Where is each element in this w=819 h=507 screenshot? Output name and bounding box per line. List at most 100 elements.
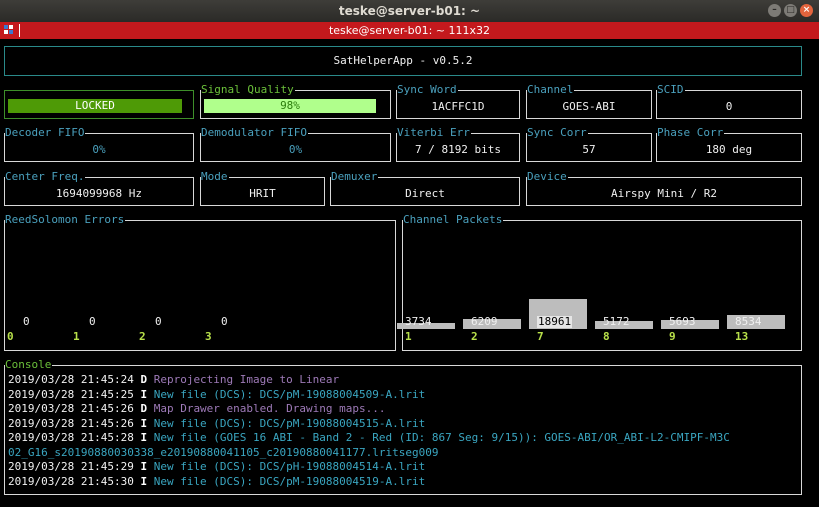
app-header: SatHelperApp - v0.5.2 [4,46,802,76]
sync-corr-box: Sync Corr 57 [526,127,652,162]
log-level: D [140,373,154,386]
window-controls: – □ × [768,4,813,17]
chart-value-label: 0 [155,315,162,328]
channel-packets-chart: Channel Packets 3734 1 6209 2 18961 7 5172 8 569… [397,214,802,351]
log-message: New file (DCS): DCS/pM-19088004515-A.lri… [153,416,426,430]
demuxer-value: Direct [405,187,445,200]
center-freq-box: Center Freq. 1694099968 Hz [4,171,194,206]
console-panel[interactable]: Console 2019/03/28 21:45:24 D Reprojecti… [4,359,802,495]
device-box: Device Airspy Mini / R2 [526,171,802,206]
demuxer-box: Demuxer Direct [330,171,520,206]
demuxer-label: Demuxer [331,170,379,183]
log-timestamp: 2019/03/28 21:45:28 [8,431,141,444]
demodulator-fifo-label: Demodulator FIFO [201,126,308,139]
window-title: teske@server-b01: ~ [338,4,481,18]
chart-value-label: 5172 [603,315,630,328]
chart-value-label: 18961 [537,315,573,328]
lock-status-box: LOCKED [4,90,194,119]
mode-value: HRIT [249,187,276,200]
log-message: New file (GOES 16 ABI - Band 2 - Red (ID… [153,431,730,444]
log-level: D [140,402,154,415]
reedsolomon-errors-chart: ReedSolomon Errors 00010203 [4,214,396,351]
chart-value-label: 5693 [669,315,696,328]
lock-status-bar: LOCKED [8,99,182,113]
close-button[interactable]: × [800,4,813,17]
log-level: I [140,387,154,401]
phase-corr-box: Phase Corr 180 deg [656,127,802,162]
signal-quality-bar: 98% [204,99,376,113]
console-line: 02_G16_s20190880030338_e20190880041105_c… [8,446,438,461]
phase-corr-label: Phase Corr [657,126,725,139]
log-message: 02_G16_s20190880030338_e20190880041105_c… [8,445,439,459]
scid-box: SCID 0 [656,84,802,119]
minimize-button[interactable]: – [768,4,781,17]
chart-category-label: 2 [471,330,478,343]
console-line: 2019/03/28 21:45:28 I New file (GOES 16 … [8,431,730,446]
chart-value-label: 0 [23,315,30,328]
console-line: 2019/03/28 21:45:26 I New file (DCS): DC… [8,417,425,432]
channel-packets-title: Channel Packets [403,213,504,226]
log-message: New file (DCS): DCS/pM-19088004519-A.lri… [153,474,426,488]
chart-category-label: 0 [7,330,14,343]
chart-value-label: 8534 [735,315,762,328]
sync-word-value: 1ACFFC1D [431,100,485,113]
channel-box: Channel GOES-ABI [526,84,652,119]
log-level: I [140,460,154,473]
console-line: 2019/03/28 21:45:26 D Map Drawer enabled… [8,402,386,417]
log-message: New file (DCS): DCS/pM-19088004509-A.lri… [153,387,426,401]
maximize-button[interactable]: □ [784,4,797,17]
chart-category-label: 13 [735,330,749,343]
chart-category-label: 8 [603,330,610,343]
log-level: I [140,416,154,430]
console-line: 2019/03/28 21:45:25 I New file (DCS): DC… [8,388,425,403]
log-message: New file (DCS): DCS/pH-19088004514-A.lri… [153,460,426,473]
demodulator-fifo-value: 0% [288,143,303,156]
viterbi-err-value: 7 / 8192 bits [414,143,502,156]
decoder-fifo-value: 0% [92,143,106,156]
console-line: 2019/03/28 21:45:30 I New file (DCS): DC… [8,475,425,490]
sync-corr-value: 57 [582,143,596,156]
scid-label: SCID [657,83,685,96]
tab-title: teske@server-b01: ~ 111x32 [328,24,491,37]
console-line: 2019/03/28 21:45:29 I New file (DCS): DC… [8,460,425,475]
chart-category-label: 3 [205,330,212,343]
scid-value: 0 [725,100,733,113]
reedsolomon-errors-title: ReedSolomon Errors [5,213,126,226]
viterbi-err-label: Viterbi Err [397,126,471,139]
terminal-tab[interactable]: teske@server-b01: ~ 111x32 [0,22,819,39]
chart-category-label: 2 [139,330,146,343]
device-value: Airspy Mini / R2 [611,187,717,200]
log-timestamp: 2019/03/28 21:45:26 [8,402,141,415]
chart-category-label: 7 [537,330,544,343]
chart-value-label: 3734 [405,315,432,328]
console-label: Console [5,358,53,371]
sync-corr-label: Sync Corr [527,126,588,139]
chart-value-label: 6209 [471,315,498,328]
chart-value-label: 0 [89,315,96,328]
channel-label: Channel [527,83,575,96]
app-title: SatHelperApp - v0.5.2 [333,54,473,67]
log-level: I [140,474,154,488]
log-timestamp: 2019/03/28 21:45:30 [8,474,141,488]
chart-category-label: 1 [405,330,412,343]
log-timestamp: 2019/03/28 21:45:26 [8,416,141,430]
signal-quality-label: Signal Quality [201,83,295,96]
terminal-icon [4,25,15,35]
log-timestamp: 2019/03/28 21:45:25 [8,387,141,401]
console-line: 2019/03/28 21:45:24 D Reprojecting Image… [8,373,339,388]
device-label: Device [527,170,568,183]
sync-word-box: Sync Word 1ACFFC1D [396,84,520,119]
channel-value: GOES-ABI [562,100,616,113]
chart-category-label: 1 [73,330,80,343]
chart-value-label: 0 [221,315,228,328]
mode-box: Mode HRIT [200,171,325,206]
window-titlebar: teske@server-b01: ~ – □ × [0,0,819,22]
log-message: Map Drawer enabled. Drawing maps... [153,402,386,415]
log-timestamp: 2019/03/28 21:45:24 [8,373,141,386]
center-freq-label: Center Freq. [5,170,86,183]
log-timestamp: 2019/03/28 21:45:29 [8,460,141,473]
mode-label: Mode [201,170,229,183]
decoder-fifo-label: Decoder FIFO [5,126,86,139]
chart-category-label: 9 [669,330,676,343]
log-level: I [140,431,154,444]
